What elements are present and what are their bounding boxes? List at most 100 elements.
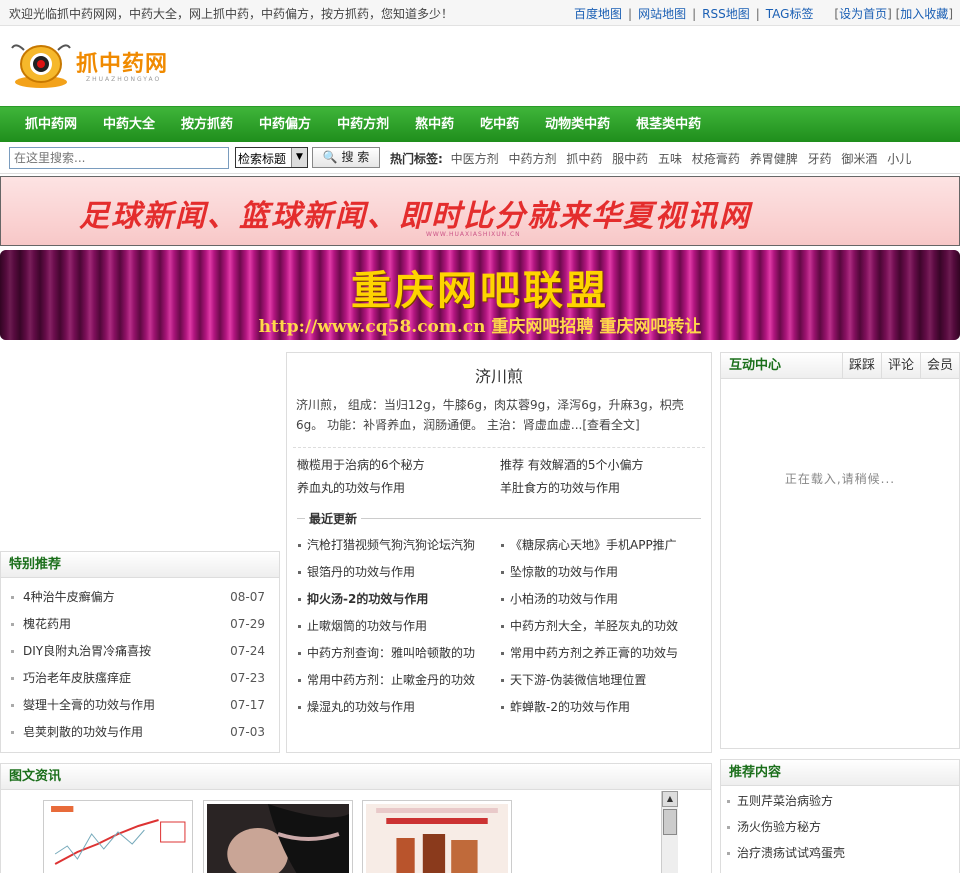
item-title: 燮理十全膏的功效与作用 — [23, 698, 156, 712]
nav-item-animal[interactable]: 动物类中药 — [532, 107, 623, 143]
search-button[interactable]: 🔍 搜 索 — [312, 147, 380, 168]
scrollbar-thumb[interactable] — [663, 809, 677, 835]
list-item[interactable]: 银箔丹的功效与作用 — [297, 559, 500, 586]
list-item[interactable]: 燮理十全膏的功效与作用 07-17 — [11, 692, 265, 719]
banner-title: 重庆网吧联盟 — [351, 267, 609, 314]
tab-members[interactable]: 会员 — [919, 353, 959, 379]
item-date: 08-07 — [230, 590, 265, 604]
scrollbar[interactable]: ▲ — [661, 791, 678, 873]
headline-title[interactable]: 济川煎 — [287, 363, 711, 386]
bullet-icon — [298, 571, 301, 574]
nav-item-home[interactable]: 抓中药网 — [12, 107, 90, 143]
news-thumbnail[interactable] — [43, 800, 193, 873]
list-item[interactable]: 燥湿丸的功效与作用 — [297, 694, 500, 721]
bullet-icon — [501, 679, 504, 682]
picture-news-panel: 图文资讯 ▲ — [0, 763, 712, 873]
list-item[interactable]: 蚱蝉散-2的功效与作用 — [500, 694, 700, 721]
headline-summary[interactable]: 济川煎， 组成：当归12g，牛膝6g，肉苁蓉9g，泽泻6g，升麻3g，枳壳6g。… — [296, 395, 701, 439]
list-item[interactable]: 汤火伤验方秘方 — [727, 814, 959, 840]
news-thumbnail[interactable] — [362, 800, 512, 873]
recommend-panel: 推荐内容 五则芹菜治病验方 汤火伤验方秘方 治疗溃疡试试鸡蛋壳 — [720, 759, 960, 873]
list-item[interactable]: 坠惊散的功效与作用 — [500, 559, 700, 586]
rss-map-link[interactable]: RSS地图 — [702, 7, 750, 21]
tab-comments[interactable]: 评论 — [880, 353, 920, 379]
item-title: 抑火汤-2的功效与作用 — [307, 592, 429, 606]
search-type-select[interactable]: 检索标题 ▼ — [235, 147, 308, 168]
item-title: 巧治老年皮肤瘙痒症 — [23, 671, 132, 685]
featured-link[interactable]: 推荐 有效解酒的5个小偏方 — [500, 456, 700, 475]
list-item[interactable]: 常用中药方剂：止嗽金丹的功效 — [297, 667, 500, 694]
hot-tag[interactable]: 御米酒 — [841, 152, 877, 166]
list-item[interactable]: 止嗽烟筒的功效与作用 — [297, 613, 500, 640]
item-date: 07-17 — [230, 698, 265, 712]
hot-tag[interactable]: 中医方剂 — [451, 152, 499, 166]
scroll-up-icon[interactable]: ▲ — [662, 791, 678, 807]
hot-tag[interactable]: 小儿 — [887, 152, 911, 166]
latest-updates-header: 最近更新 — [297, 510, 701, 527]
tab-digg[interactable]: 踩踩 — [841, 353, 881, 379]
search-input[interactable] — [9, 147, 229, 169]
baidu-map-link[interactable]: 百度地图 — [574, 7, 622, 21]
netcafe-banner[interactable]: 重庆网吧联盟 http://www.cq58.com.cn 重庆网吧招聘 重庆网… — [0, 250, 960, 340]
add-favorite-link[interactable]: 加入收藏 — [900, 7, 948, 21]
hot-tag[interactable]: 服中药 — [612, 152, 648, 166]
list-item[interactable]: DIY良附丸治胃冷痛喜按 07-24 — [11, 638, 265, 665]
bullet-icon — [727, 826, 730, 829]
list-item[interactable]: 常用中药方剂之养正膏的功效与 — [500, 640, 700, 667]
item-title: 五则芹菜治病验方 — [737, 794, 834, 808]
hot-tag[interactable]: 养胃健脾 — [750, 152, 798, 166]
list-item[interactable]: 中药方剂查询：雅叫哈顿散的功 — [297, 640, 500, 667]
item-title: 蚱蝉散-2的功效与作用 — [510, 700, 630, 714]
featured-link[interactable]: 橄榄用于治病的6个秘方 — [297, 456, 500, 475]
bullet-icon — [11, 731, 14, 734]
tag-link[interactable]: TAG标签 — [766, 7, 814, 21]
hot-tag[interactable]: 五味 — [658, 152, 682, 166]
item-title: 常用中药方剂之养正膏的功效与 — [510, 646, 679, 660]
hot-tag[interactable]: 杖疮膏药 — [692, 152, 740, 166]
nav-item-encyclopedia[interactable]: 中药大全 — [90, 107, 168, 143]
news-thumbnail[interactable] — [203, 800, 353, 873]
nav-item-folk-remedy[interactable]: 中药偏方 — [246, 107, 324, 143]
nav-item-root[interactable]: 根茎类中药 — [623, 107, 714, 143]
list-item[interactable]: 皂荚刺散的功效与作用 07-03 — [11, 719, 265, 746]
item-date: 07-03 — [230, 725, 265, 739]
loading-text: 正在载入,请稍候... — [784, 472, 896, 486]
list-item[interactable]: 4种治牛皮癣偏方 08-07 — [11, 584, 265, 611]
bullet-icon — [298, 598, 301, 601]
list-item[interactable]: 抑火汤-2的功效与作用 — [297, 586, 500, 613]
list-item[interactable]: 五则芹菜治病验方 — [727, 788, 959, 814]
item-title: 天下游-伪装微信地理位置 — [510, 673, 647, 687]
nav-item-brew[interactable]: 熬中药 — [402, 107, 467, 143]
list-item[interactable]: 巧治老年皮肤瘙痒症 07-23 — [11, 665, 265, 692]
panel-title: 图文资讯 — [1, 764, 711, 790]
site-logo[interactable]: 抓中药网 ZHUAZHONGYAO — [10, 40, 170, 92]
list-item[interactable]: 《糖尿病心天地》手机APP推广 — [500, 532, 700, 559]
item-title: 止嗽烟筒的功效与作用 — [307, 619, 428, 633]
site-map-link[interactable]: 网站地图 — [638, 7, 686, 21]
set-home-link[interactable]: 设为首页 — [839, 7, 887, 21]
list-item[interactable]: 天下游-伪装微信地理位置 — [500, 667, 700, 694]
hot-tags-label: 热门标签: — [390, 152, 443, 166]
list-item[interactable]: 汽枪打猎视频气狗汽狗论坛汽狗 — [297, 532, 500, 559]
sports-news-banner[interactable]: 足球新闻、篮球新闻、即时比分就来华夏视讯网 WWW.HUAXIASHIXUN.C… — [0, 176, 960, 246]
item-date: 07-23 — [230, 671, 265, 685]
bullet-icon — [298, 625, 301, 628]
list-item[interactable]: 治疗溃疡试试鸡蛋壳 — [727, 840, 959, 866]
hot-tag[interactable]: 牙药 — [808, 152, 832, 166]
nav-item-formula[interactable]: 中药方剂 — [324, 107, 402, 143]
list-item[interactable]: 中药方剂大全，羊胫灰丸的功效 — [500, 613, 700, 640]
item-title: 燥湿丸的功效与作用 — [307, 700, 416, 714]
welcome-text: 欢迎光临抓中药网网，中药大全，网上抓中药，中药偏方，按方抓药，您知道多少！ — [9, 7, 454, 21]
interact-tabs: 踩踩 评论 会员 — [841, 353, 959, 379]
photo-thumbnail-image — [207, 804, 349, 873]
nav-item-take[interactable]: 吃中药 — [467, 107, 532, 143]
hot-tag[interactable]: 抓中药 — [566, 152, 602, 166]
list-item[interactable]: 槐花药用 07-29 — [11, 611, 265, 638]
hot-tag[interactable]: 中药方剂 — [508, 152, 556, 166]
special-recommend-panel: 特别推荐 4种治牛皮癣偏方 08-07 槐花药用 07-29 DIY良附丸治胃冷痛喜… — [0, 551, 280, 753]
featured-link[interactable]: 养血丸的功效与作用 — [297, 479, 500, 498]
featured-link[interactable]: 羊肚食方的功效与作用 — [500, 479, 700, 498]
item-title: 小柏汤的功效与作用 — [510, 592, 619, 606]
list-item[interactable]: 小柏汤的功效与作用 — [500, 586, 700, 613]
nav-item-prescription[interactable]: 按方抓药 — [168, 107, 246, 143]
